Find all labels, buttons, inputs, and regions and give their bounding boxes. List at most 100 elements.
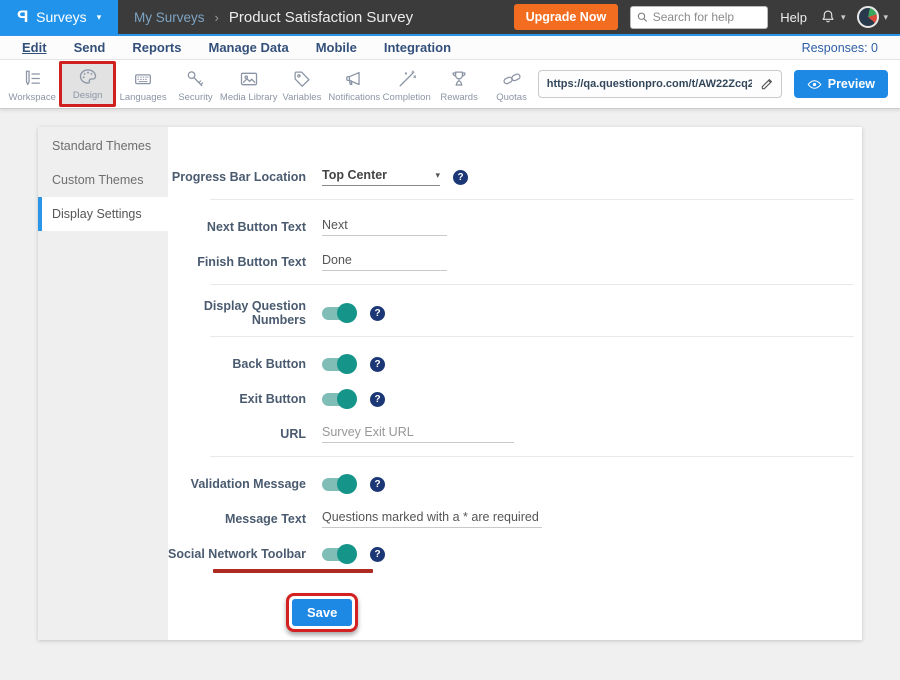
next-button-text-row: Next Button Text [168,214,862,240]
product-menu-label: Surveys [36,9,87,25]
avatar [857,6,879,28]
exit-button-label: Exit Button [168,392,322,406]
nav-tab-mobile[interactable]: Mobile [316,40,357,55]
exit-url-input[interactable] [322,425,514,443]
progress-bar-location-row: Progress Bar Location Top Center ▾ [168,164,862,190]
validation-message-toggle[interactable] [322,478,354,491]
help-icon[interactable] [370,357,385,372]
annotation-red-underline [213,569,373,573]
nav-tab-integration[interactable]: Integration [384,40,451,55]
exit-button-toggle[interactable] [322,393,354,406]
back-button-row: Back Button [168,351,862,377]
chevron-down-icon: ▾ [97,12,102,23]
trophy-icon [448,68,470,90]
exit-url-label: URL [168,427,322,441]
security-icon [184,68,206,90]
notifications-menu[interactable]: ▾ [819,8,846,26]
nav-tab-manage-data[interactable]: Manage Data [208,40,288,55]
toolbar-item-security[interactable]: Security [169,66,221,103]
design-toolbar: Workspace Design Languages Security Medi… [0,60,900,109]
next-button-text-label: Next Button Text [168,220,322,234]
toolbar-item-design[interactable]: Design [59,61,115,107]
breadcrumb-separator: › [215,10,219,25]
upgrade-now-button[interactable]: Upgrade Now [514,4,619,30]
display-question-numbers-toggle[interactable] [322,307,354,320]
page-title: Product Satisfaction Survey [229,9,413,26]
divider [210,336,854,337]
toolbar-item-quotas[interactable]: Quotas [485,66,537,103]
survey-url: https://qa.questionpro.com/t/AW22Zcq2J [547,78,752,90]
social-network-toolbar-label: Social Network Toolbar [168,547,322,561]
display-question-numbers-row: Display Question Numbers [168,299,862,327]
display-settings-form: Progress Bar Location Top Center ▾ Next … [168,127,862,640]
help-icon[interactable] [370,477,385,492]
toolbar-item-variables[interactable]: Variables [276,66,328,103]
survey-nav: Edit Send Reports Manage Data Mobile Int… [0,36,900,60]
social-network-toolbar-toggle[interactable] [322,548,354,561]
edit-url-icon[interactable] [760,78,773,91]
help-link[interactable]: Help [780,10,807,25]
nav-tab-send[interactable]: Send [74,40,106,55]
breadcrumb: My Surveys › Product Satisfaction Survey [134,9,413,26]
account-menu[interactable]: ▾ [857,6,888,28]
finish-button-text-row: Finish Button Text [168,249,862,275]
progress-bar-location-value: Top Center [322,168,387,182]
design-settings-card: Standard Themes Custom Themes Display Se… [38,127,862,640]
preview-button[interactable]: Preview [794,70,888,98]
toolbar-item-workspace[interactable]: Workspace [6,66,58,103]
display-question-numbers-label: Display Question Numbers [168,299,322,327]
toolbar-item-notifications[interactable]: Notifications [328,66,380,103]
help-icon[interactable] [370,547,385,562]
search-input[interactable] [653,10,762,24]
chevron-down-icon: ▾ [883,12,888,23]
languages-icon [132,68,154,90]
exit-button-row: Exit Button [168,386,862,412]
variables-icon [291,68,313,90]
media-library-icon [238,68,260,90]
validation-message-row: Validation Message [168,471,862,497]
toolbar-item-media-library[interactable]: Media Library [222,66,276,103]
validation-message-label: Validation Message [168,477,322,491]
magic-wand-icon [396,68,418,90]
social-network-toolbar-row: Social Network Toolbar [168,541,862,567]
progress-bar-location-label: Progress Bar Location [168,170,322,184]
bell-icon [819,8,837,26]
megaphone-icon [343,68,365,90]
next-button-text-input[interactable] [322,218,447,236]
toolbar-item-languages[interactable]: Languages [117,66,169,103]
toolbar-item-completion[interactable]: Completion [381,66,433,103]
divider [210,456,854,457]
product-switcher[interactable]: P Surveys ▾ [0,0,118,35]
help-icon[interactable] [370,392,385,407]
message-text-input[interactable] [322,510,542,528]
design-icon [77,66,99,88]
toolbar-item-rewards[interactable]: Rewards [433,66,485,103]
survey-url-field[interactable]: https://qa.questionpro.com/t/AW22Zcq2J [538,70,782,98]
finish-button-text-input[interactable] [322,253,447,271]
progress-bar-location-select[interactable]: Top Center ▾ [322,168,440,186]
finish-button-text-label: Finish Button Text [168,255,322,269]
exit-url-row: URL [168,421,862,447]
chevron-down-icon: ▾ [841,12,846,23]
chevron-down-icon: ▾ [435,170,440,181]
help-search[interactable] [630,6,768,29]
help-icon[interactable] [370,306,385,321]
sidebar-item-standard-themes[interactable]: Standard Themes [38,129,168,163]
breadcrumb-my-surveys[interactable]: My Surveys [134,10,205,25]
responses-count: Responses: 0 [802,41,878,55]
top-header: P Surveys ▾ My Surveys › Product Satisfa… [0,0,900,36]
sidebar-item-custom-themes[interactable]: Custom Themes [38,163,168,197]
message-text-row: Message Text [168,506,862,532]
nav-tab-edit[interactable]: Edit [22,40,47,55]
sidebar-item-display-settings[interactable]: Display Settings [38,197,168,231]
back-button-label: Back Button [168,357,322,371]
help-icon[interactable] [453,170,468,185]
save-button[interactable]: Save [292,599,352,626]
preview-button-label: Preview [828,77,875,91]
questionpro-logo-icon: P [17,7,28,27]
divider [210,199,854,200]
eye-icon [807,79,822,90]
nav-tab-reports[interactable]: Reports [132,40,181,55]
back-button-toggle[interactable] [322,358,354,371]
annotation-red-box: Save [286,593,358,632]
